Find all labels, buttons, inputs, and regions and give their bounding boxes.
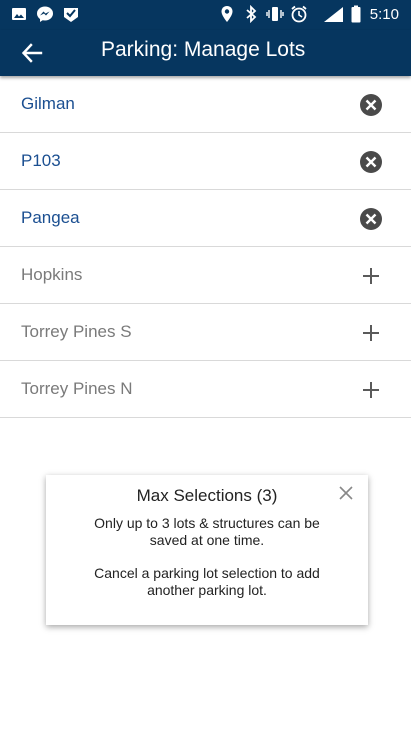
lot-list: Gilman P103 Pangea Hopkins Torrey Pines … [0,76,411,418]
max-selections-dialog: Max Selections (3) Only up to 3 lots & s… [46,475,368,625]
plus-icon [363,325,379,341]
lot-label: Torrey Pines N [21,379,133,398]
status-bar: 5:10 [0,0,411,30]
messenger-icon [36,5,54,23]
check-notification-icon [62,5,80,23]
app-bar: Parking: Manage Lots [0,30,411,76]
dialog-message-line-2: Cancel a parking lot selection to add an… [94,565,320,598]
lot-row-gilman[interactable]: Gilman [0,76,411,133]
lot-row-pangea[interactable]: Pangea [0,190,411,247]
dialog-message-line-1: Only up to 3 lots & structures can be sa… [94,515,320,548]
plus-icon [363,382,379,398]
remove-lot-button[interactable] [359,150,383,174]
lte-signal-icon [314,5,344,23]
alarm-icon [290,5,308,23]
lot-label: Hopkins [21,265,83,284]
location-icon [218,5,236,23]
back-button[interactable] [18,39,46,67]
plus-icon [363,268,379,284]
battery-icon [350,5,362,23]
dialog-message: Only up to 3 lots & structures can be sa… [76,515,338,599]
image-icon [10,5,28,23]
lot-row-p103[interactable]: P103 [0,133,411,190]
add-lot-button[interactable] [359,264,383,288]
remove-circle-icon [360,151,382,173]
add-lot-button[interactable] [359,378,383,402]
remove-circle-icon [360,208,382,230]
lot-label: Torrey Pines S [21,322,132,341]
lot-row-torrey-pines-n[interactable]: Torrey Pines N [0,361,411,418]
lot-label: Gilman [21,94,75,113]
lot-label: P103 [21,151,61,170]
clock-time: 5:10 [369,5,399,23]
system-icons: 5:10 [218,5,399,23]
bluetooth-icon [242,5,260,23]
remove-circle-icon [360,94,382,116]
remove-lot-button[interactable] [359,93,383,117]
vibrate-icon [266,5,284,23]
remove-lot-button[interactable] [359,207,383,231]
lot-row-torrey-pines-s[interactable]: Torrey Pines S [0,304,411,361]
dialog-title: Max Selections (3) [136,486,278,505]
lot-row-hopkins[interactable]: Hopkins [0,247,411,304]
notification-icons [10,5,80,23]
arrow-back-icon [21,43,43,63]
add-lot-button[interactable] [359,321,383,345]
page-title: Parking: Manage Lots [101,38,306,61]
lot-label: Pangea [21,208,80,227]
